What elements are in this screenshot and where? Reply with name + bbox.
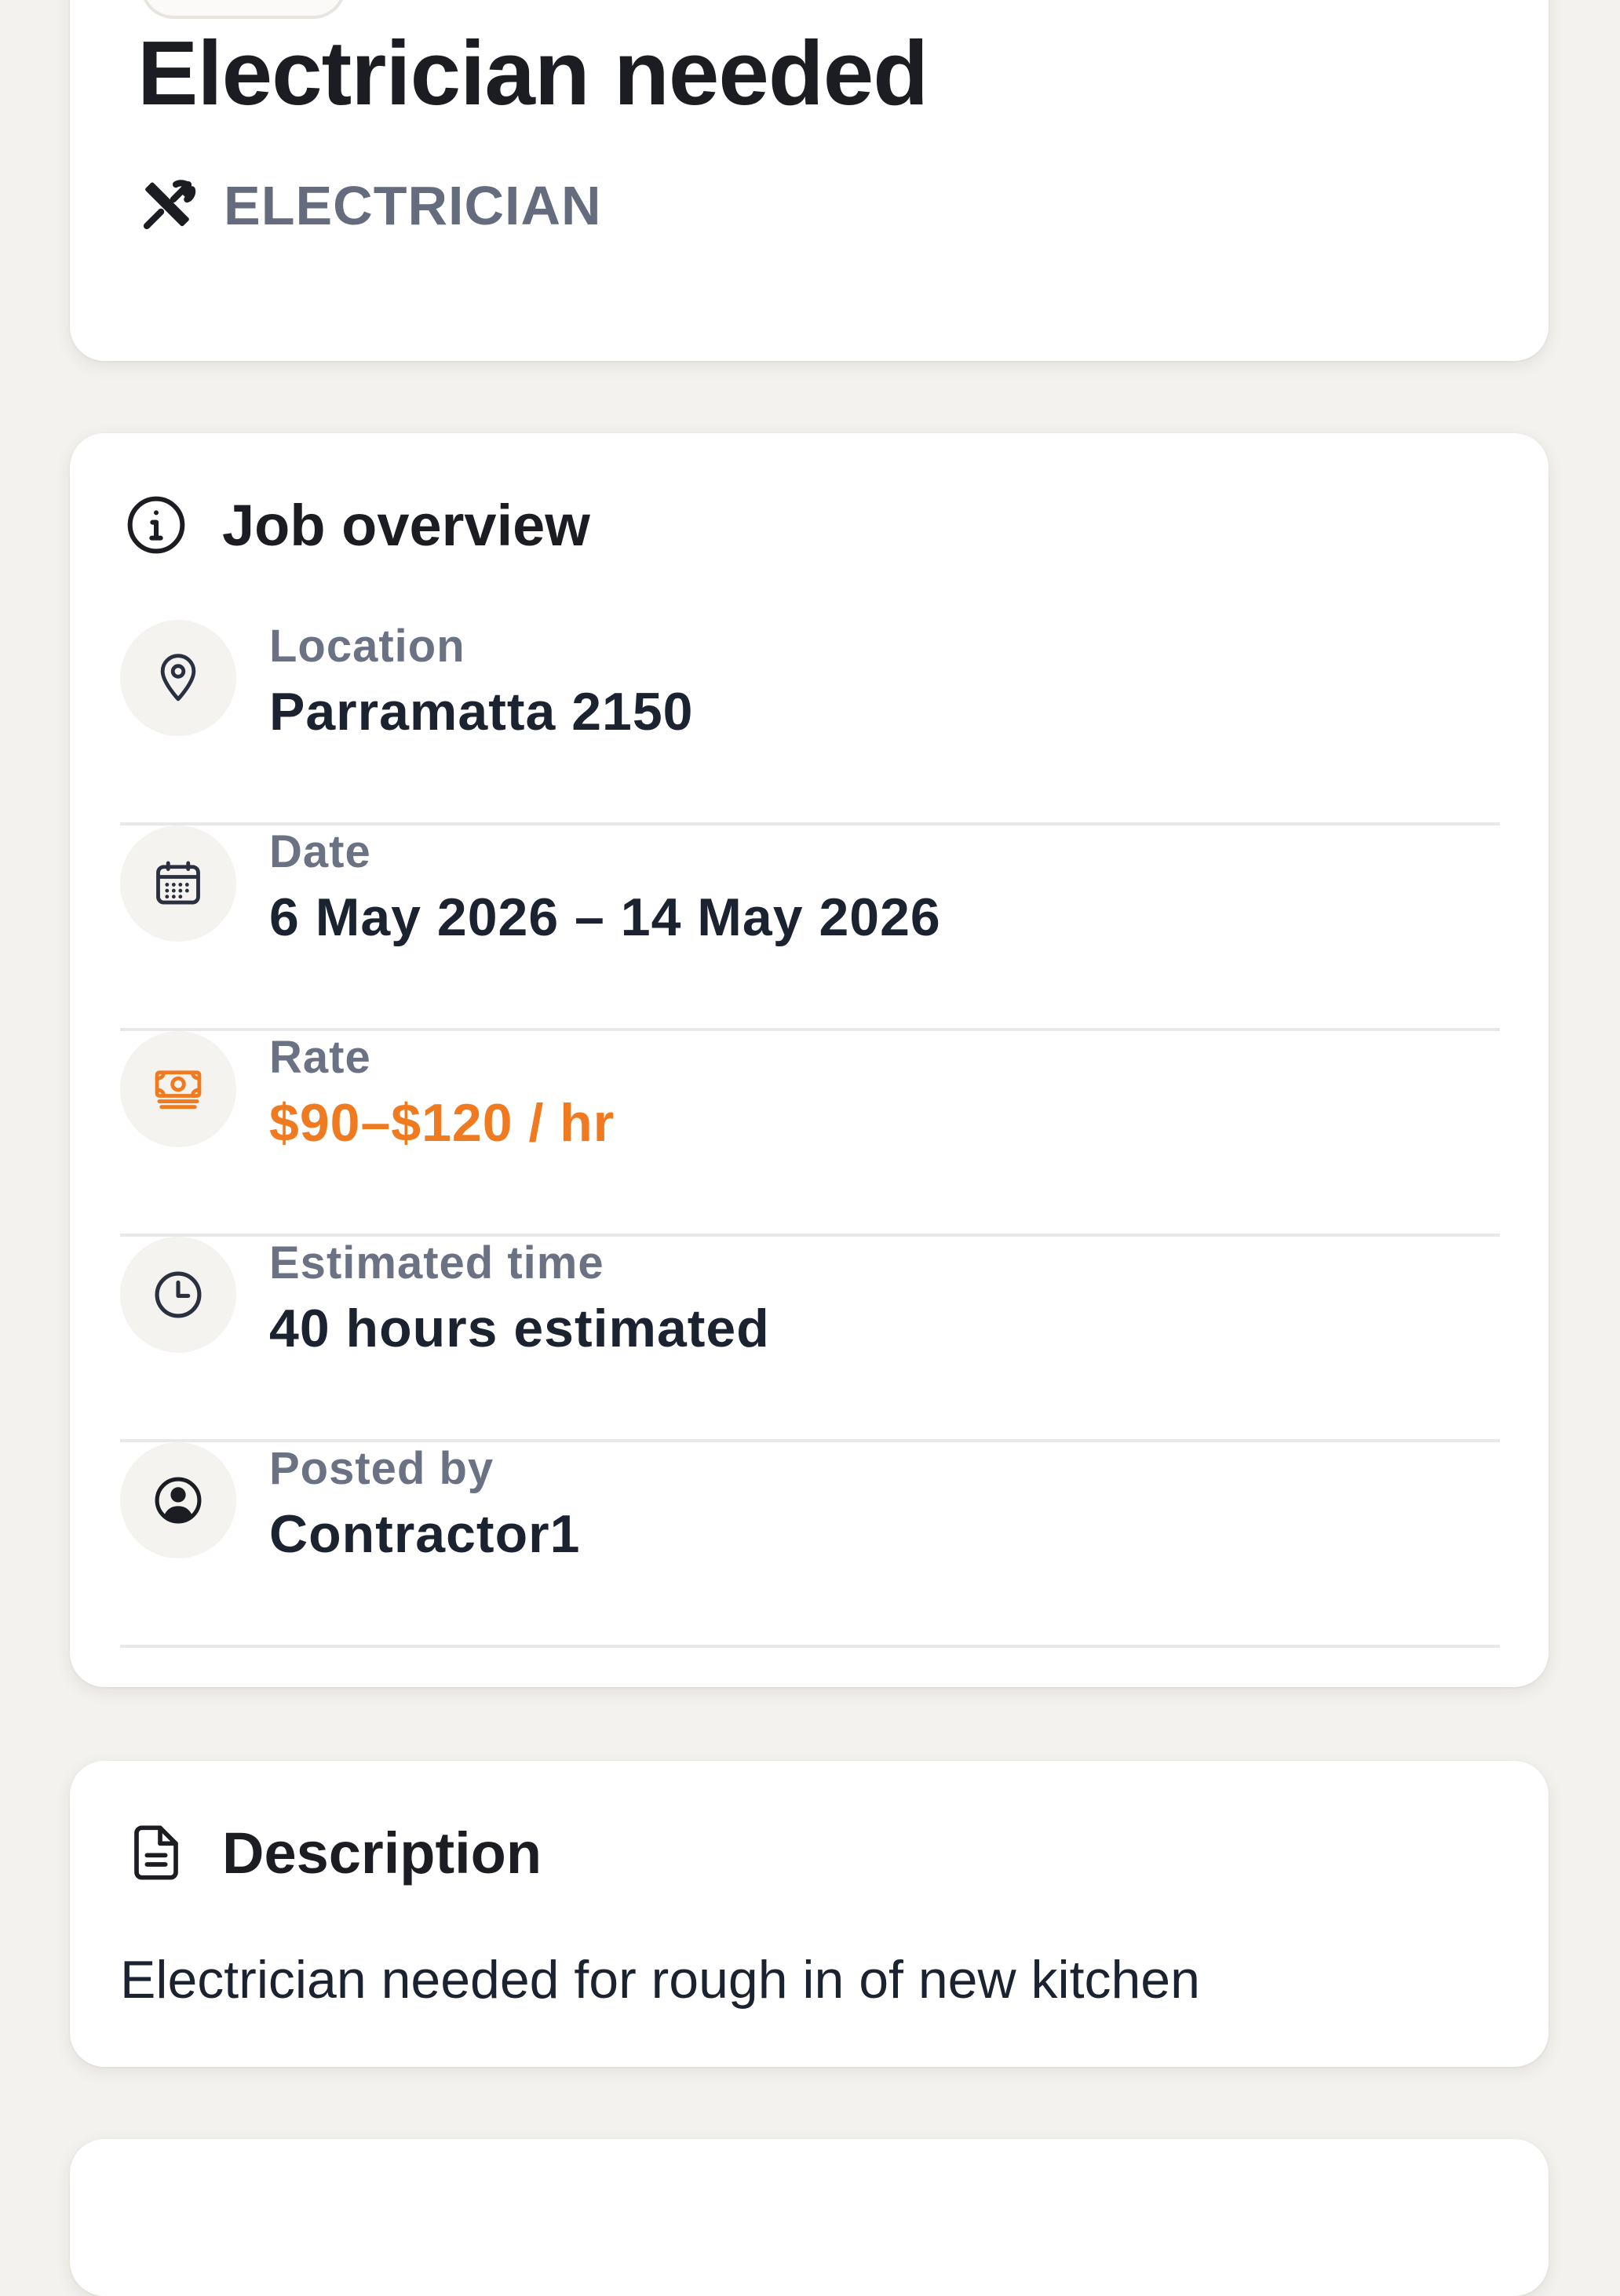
calendar-icon [156,861,200,905]
estimated-time-value: 40 hours estimated [269,1299,770,1358]
posted-by-label: Posted by [269,1443,494,1494]
rate-icon-badge [120,1031,236,1147]
overview-title: Job overview [222,492,590,558]
estimated-time-row: Estimated time 40 hours estimated [120,1237,1500,1442]
document-icon [134,1825,178,1880]
cash-icon [155,1070,202,1110]
date-label: Date [269,826,371,877]
tools-icon [143,180,196,230]
overview-list: Location Parramatta 2150 Date 6 May 2026… [120,620,1500,1648]
clock-icon [155,1271,202,1318]
job-header-card: Electrician needed ELECTRICIAN [70,0,1549,361]
posted-by-value[interactable]: Contractor1 [269,1503,580,1565]
description-title: Description [222,1820,542,1886]
date-value: 6 May 2026 – 14 May 2026 [269,887,941,947]
next-card [70,2139,1549,2296]
job-overview-card: Job overview Location Parramatta 2150 Da… [70,433,1549,1687]
time-icon-badge [120,1237,236,1353]
status-pill[interactable] [140,0,346,19]
map-pin-icon [160,654,196,702]
description-header: Description [125,1809,542,1896]
rate-value: $90–$120 / hr [269,1093,615,1153]
description-card: Description Electrician needed for rough… [70,1761,1549,2067]
info-icon [127,496,185,554]
location-label: Location [269,621,465,672]
overview-header: Job overview [125,482,590,568]
job-title: Electrician needed [137,22,929,124]
date-row: Date 6 May 2026 – 14 May 2026 [120,825,1500,1031]
location-value: Parramatta 2150 [269,682,694,742]
trade-label: ELECTRICIAN [224,175,602,236]
date-icon-badge [120,825,236,942]
rate-label: Rate [269,1032,371,1083]
trade-tag: ELECTRICIAN [137,173,602,239]
posted-by-icon-badge [120,1442,236,1558]
estimated-time-label: Estimated time [269,1237,604,1288]
user-circle-icon [155,1477,202,1524]
rate-row: Rate $90–$120 / hr [120,1031,1500,1237]
posted-by-row[interactable]: Posted by Contractor1 [120,1442,1500,1648]
location-icon-badge [120,620,236,736]
location-row: Location Parramatta 2150 [120,620,1500,825]
description-text: Electrician needed for rough in of new k… [120,1950,1200,2010]
